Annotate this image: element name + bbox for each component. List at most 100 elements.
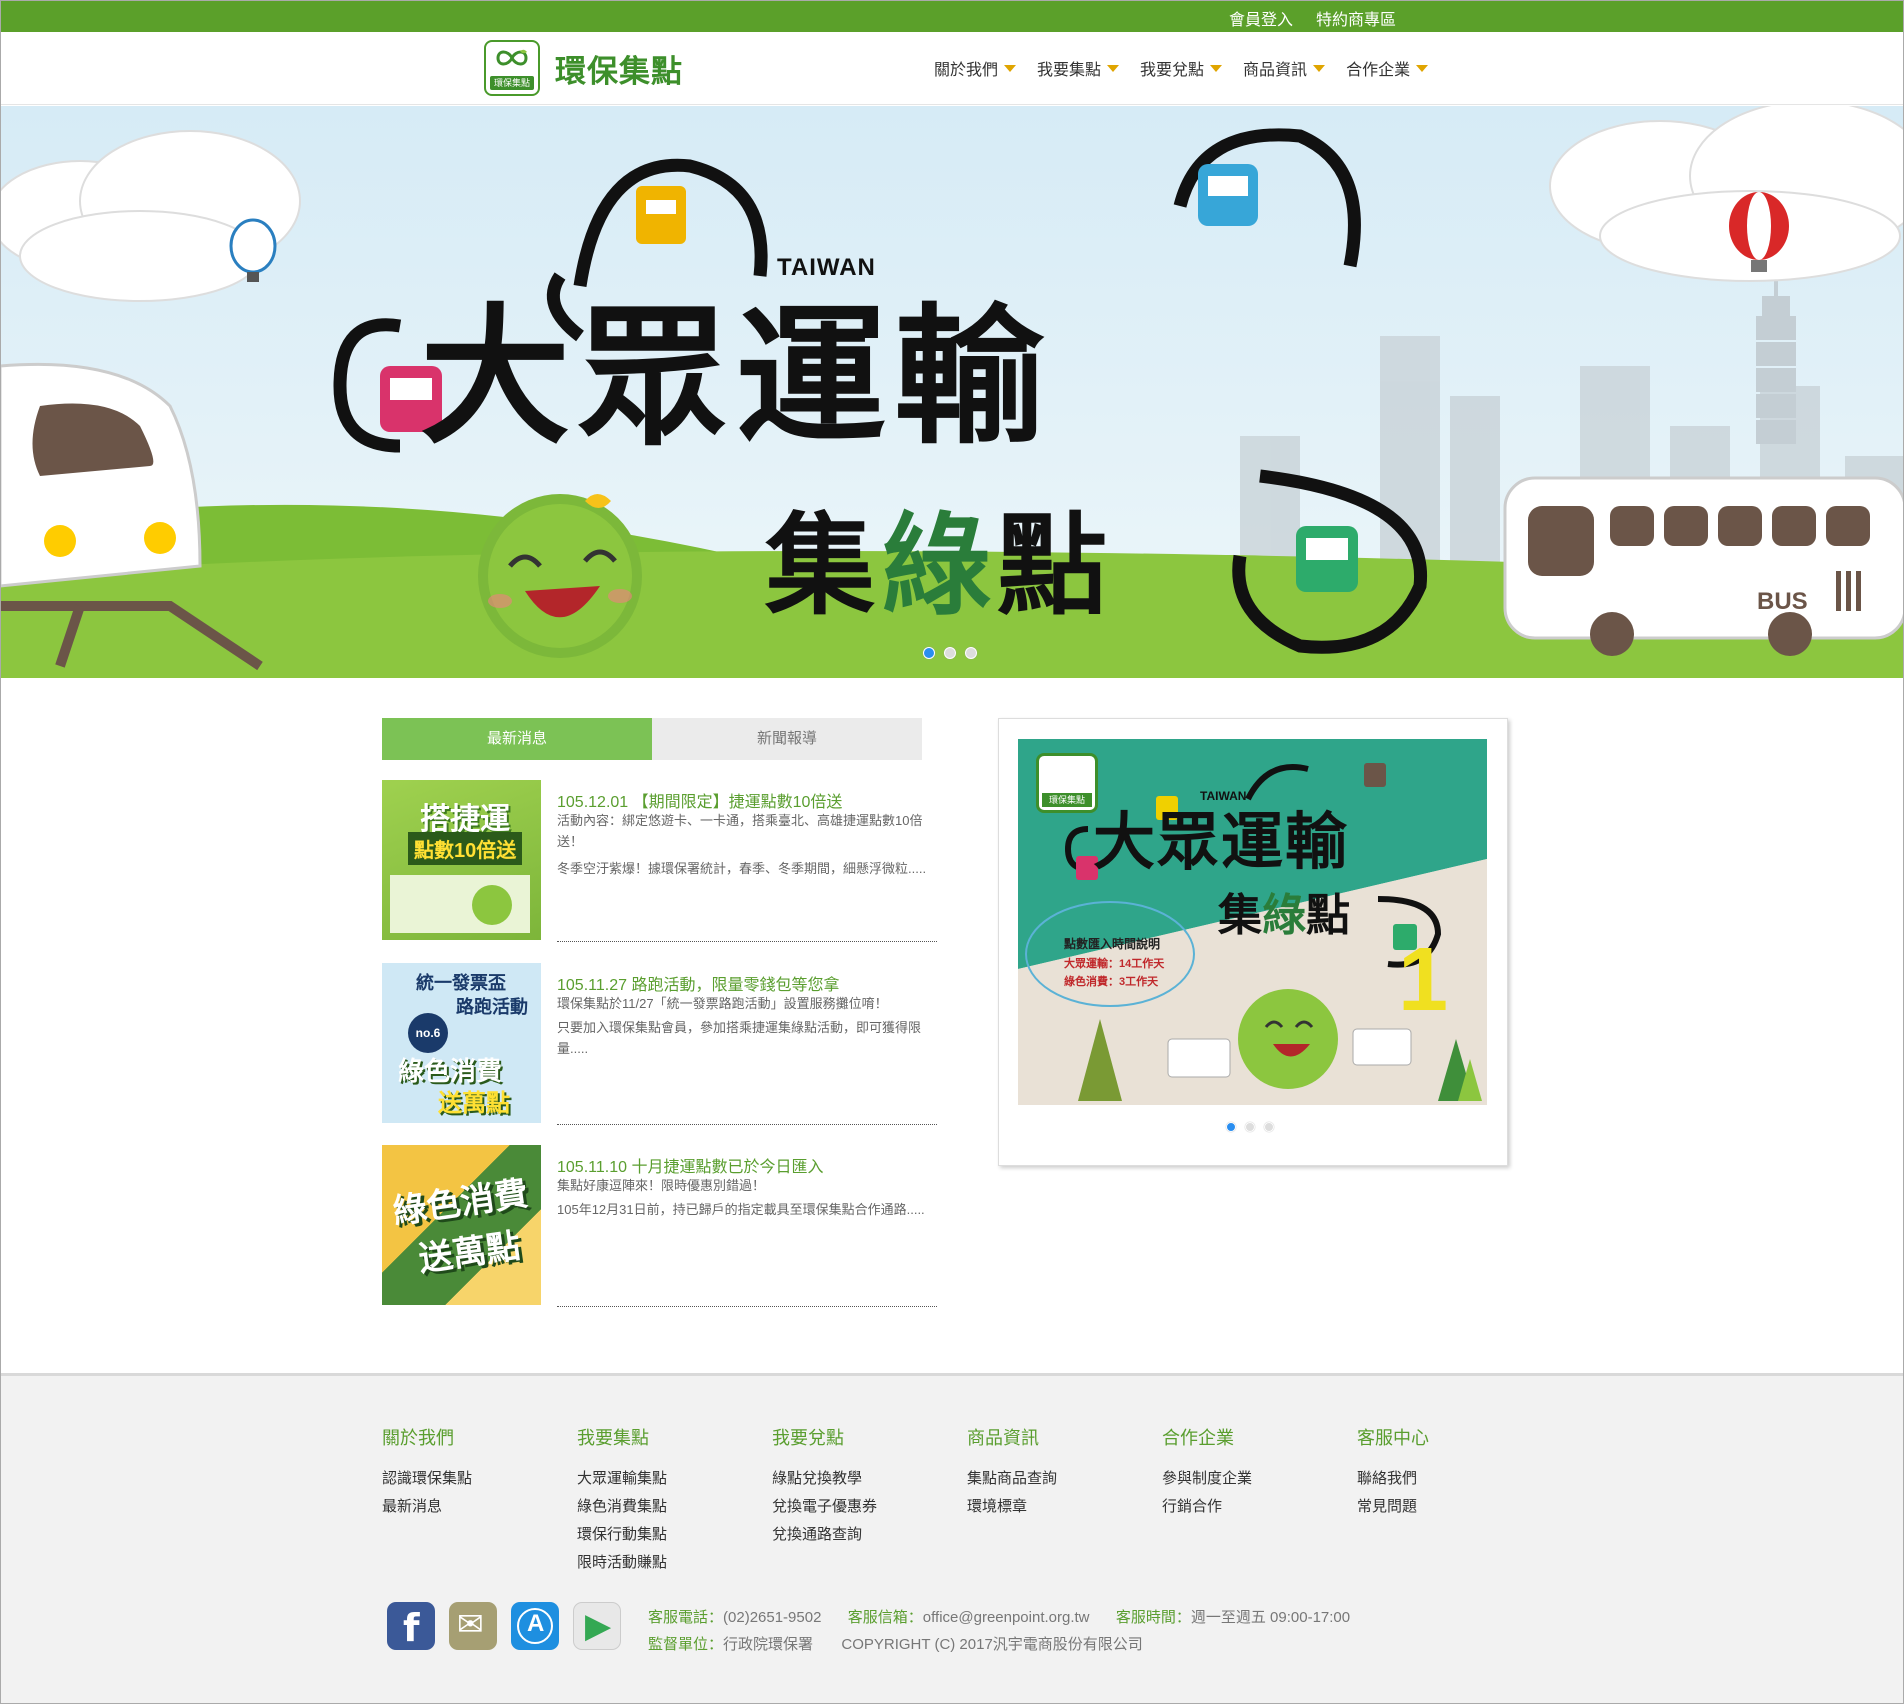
footer-column-about: 關於我們 認識環保集點 最新消息 [382, 1424, 472, 1521]
promo-subline: 集綠點 [1218, 879, 1350, 943]
footer-link[interactable]: 兌換電子優惠券 [772, 1493, 877, 1521]
footer-link[interactable]: 綠色消費集點 [577, 1493, 667, 1521]
footer-link[interactable]: 大眾運輸集點 [577, 1465, 667, 1493]
nav-about[interactable]: 關於我們 [934, 56, 1017, 80]
promo-subline-c: 點 [1306, 890, 1350, 941]
promo-dot-2[interactable] [1245, 1122, 1255, 1132]
hero-banner[interactable]: TAIWAN 大眾運輸 集綠點 BUS [0, 106, 1904, 678]
hero-headline: 大眾運輸 [420, 291, 1053, 465]
thumb-text: 送萬點 [438, 1090, 510, 1117]
footer-heading[interactable]: 我要集點 [577, 1424, 667, 1450]
footer-heading[interactable]: 合作企業 [1162, 1424, 1252, 1450]
promo-dot-1[interactable] [1226, 1122, 1236, 1132]
promo-info-line: 綠色消費：3工作天 [1064, 976, 1159, 988]
footer-link[interactable]: 兌換通路查詢 [772, 1521, 877, 1549]
news-thumbnail[interactable]: 搭捷運 點數10倍送 [382, 780, 541, 940]
footer-heading[interactable]: 商品資訊 [967, 1424, 1057, 1450]
supervisor-label: 監督單位： [648, 1636, 724, 1653]
news-title-link[interactable]: 105.11.10 十月捷運點數已於今日匯入 [557, 1153, 823, 1177]
footer-heading[interactable]: 客服中心 [1357, 1424, 1429, 1450]
nav-redeem-label: 我要兌點 [1140, 62, 1205, 79]
news-title-link[interactable]: 105.11.27 路跑活動，限量零錢包等您拿 [557, 971, 839, 995]
caret-down-icon [1313, 64, 1326, 72]
promo-number: 1 [1398, 930, 1449, 1030]
news-excerpt: 活動內容：綁定悠遊卡、一卡通，搭乘臺北、高雄捷運點數10倍送！ [557, 813, 923, 849]
news-divider [557, 1306, 937, 1307]
email-value[interactable]: office@greenpoint.org.tw [923, 1609, 1090, 1626]
news-thumbnail[interactable]: 統一發票盃 路跑活動 no.6 綠色消費 送萬點 [382, 963, 541, 1123]
footer-link[interactable]: 行銷合作 [1162, 1493, 1252, 1521]
nav-products-label: 商品資訊 [1243, 62, 1308, 79]
caret-down-icon [1004, 64, 1017, 72]
hero-dot-1[interactable] [923, 647, 935, 659]
hours-value: 週一至週五 09:00-17:00 [1190, 1609, 1351, 1626]
footer-link[interactable]: 限時活動賺點 [577, 1549, 667, 1577]
news-excerpt: 只要加入環保集點會員，參加搭乘捷運集綠點活動，即可獲得限量..... [557, 1020, 922, 1056]
promo-card: 環保集點 TAIWAN 大眾運輸 集綠點 點數匯入時間說明 大眾運輸：14工作天… [998, 718, 1508, 1166]
nav-collect[interactable]: 我要集點 [1037, 56, 1120, 80]
footer-link[interactable]: 綠點兌換教學 [772, 1465, 877, 1493]
footer-link[interactable]: 認識環保集點 [382, 1465, 472, 1493]
phone-value[interactable]: (02)2651-9502 [723, 1609, 821, 1626]
member-login-link[interactable]: 會員登入 [1229, 6, 1293, 30]
partner-area-link[interactable]: 特約商專區 [1316, 6, 1396, 30]
footer-contact-line: 客服電話：(02)2651-9502 客服信箱：office@greenpoin… [648, 1606, 1350, 1627]
hero-subline-b: 綠 [881, 502, 997, 630]
footer-column-partners: 合作企業 參與制度企業 行銷合作 [1162, 1424, 1252, 1521]
news-thumbnail[interactable]: 綠色消費 送萬點 [382, 1145, 541, 1305]
logo-badge-text: 環保集點 [490, 76, 534, 90]
thumb-text: 統一發票盃 [416, 973, 506, 993]
news-tabs: 最新消息 新聞報導 [382, 718, 922, 760]
nav-redeem[interactable]: 我要兌點 [1140, 56, 1223, 80]
app-store-icon[interactable]: A [511, 1602, 559, 1650]
footer-link[interactable]: 環保行動集點 [577, 1521, 667, 1549]
hero-subline-a: 集 [765, 502, 881, 630]
google-play-icon[interactable]: ▶ [573, 1602, 621, 1650]
nav-collect-label: 我要集點 [1037, 62, 1102, 79]
promo-poster[interactable]: 環保集點 TAIWAN 大眾運輸 集綠點 點數匯入時間說明 大眾運輸：14工作天… [1018, 739, 1487, 1105]
footer-link[interactable]: 環境標章 [967, 1493, 1057, 1521]
infinity-icon [496, 49, 528, 66]
tab-press[interactable]: 新聞報導 [652, 718, 922, 760]
news-excerpt: 集點好康逗陣來！限時優惠別錯過！ [557, 1178, 766, 1193]
main-nav: 關於我們 我要集點 我要兌點 商品資訊 合作企業 [934, 56, 1449, 80]
promo-subline-b: 綠 [1262, 890, 1306, 941]
footer-heading[interactable]: 我要兌點 [772, 1424, 877, 1450]
promo-headline: 大眾運輸 [1093, 805, 1350, 878]
hero-subline: 集綠點 [765, 476, 1113, 636]
logo-icon[interactable]: 環保集點 [484, 40, 540, 96]
footer-copyright-line: 監督單位：行政院環保署 COPYRIGHT (C) 2017汎宇電商股份有限公司 [648, 1633, 1143, 1654]
footer-column-collect: 我要集點 大眾運輸集點 綠色消費集點 環保行動集點 限時活動賺點 [577, 1424, 667, 1577]
hero-pagination [923, 647, 986, 659]
phone-label: 客服電話： [648, 1609, 724, 1626]
nav-partners-label: 合作企業 [1346, 62, 1411, 79]
footer-heading[interactable]: 關於我們 [382, 1424, 472, 1450]
footer-link[interactable]: 最新消息 [382, 1493, 472, 1521]
hero-dot-2[interactable] [944, 647, 956, 659]
thumb-text: 路跑活動 [456, 997, 528, 1017]
nav-products[interactable]: 商品資訊 [1243, 56, 1326, 80]
footer-column-service: 客服中心 聯絡我們 常見問題 [1357, 1424, 1429, 1521]
caret-down-icon [1210, 64, 1223, 72]
hero-dot-3[interactable] [965, 647, 977, 659]
news-divider [557, 941, 937, 942]
footer-link[interactable]: 聯絡我們 [1357, 1465, 1429, 1493]
footer-link[interactable]: 參與制度企業 [1162, 1465, 1252, 1493]
email-label: 客服信箱： [847, 1609, 923, 1626]
facebook-glyph: f [403, 1606, 420, 1650]
mail-icon[interactable]: ✉ [449, 1602, 497, 1650]
google-play-glyph: ▶ [585, 1607, 612, 1645]
site-title[interactable]: 環保集點 [555, 46, 683, 91]
facebook-icon[interactable]: f [387, 1602, 435, 1650]
footer-link[interactable]: 集點商品查詢 [967, 1465, 1057, 1493]
promo-info-line: 大眾運輸：14工作天 [1064, 958, 1165, 970]
footer-column-redeem: 我要兌點 綠點兌換教學 兌換電子優惠券 兌換通路查詢 [772, 1424, 877, 1549]
news-title-link[interactable]: 105.12.01 【期間限定】捷運點數10倍送 [557, 788, 842, 812]
footer-link[interactable]: 常見問題 [1357, 1493, 1429, 1521]
tab-latest-news[interactable]: 最新消息 [382, 718, 652, 760]
thumb-badge: no.6 [408, 1013, 448, 1053]
promo-dot-3[interactable] [1264, 1122, 1274, 1132]
hours-label: 客服時間： [1115, 1609, 1191, 1626]
news-excerpt: 105年12月31日前，持已歸戶的指定載具至環保集點合作通路..... [557, 1202, 925, 1217]
nav-partners[interactable]: 合作企業 [1346, 56, 1429, 80]
